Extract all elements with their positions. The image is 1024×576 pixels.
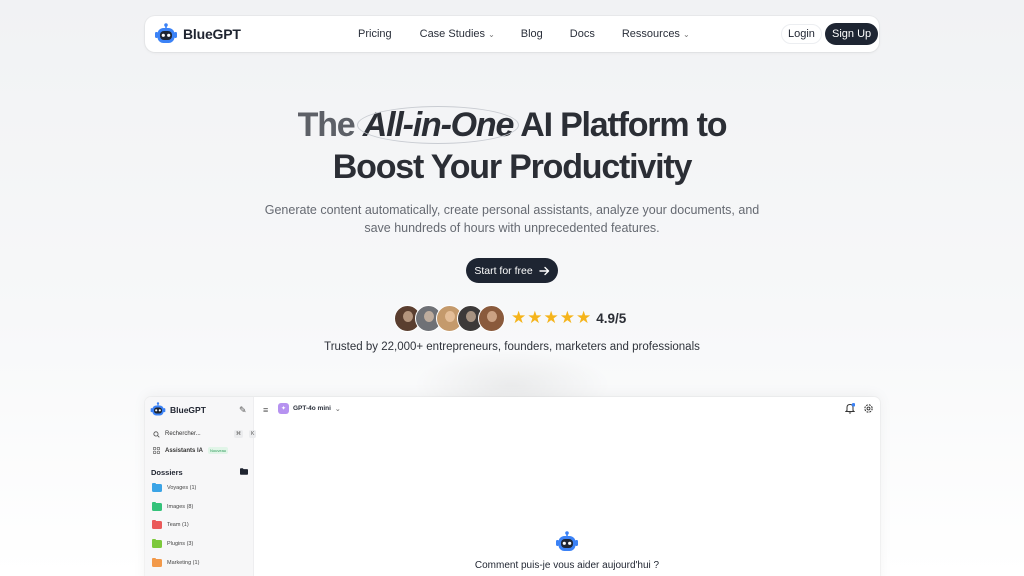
sidebar-folder-team[interactable]: Team (1) [152,519,189,529]
folder-icon [152,538,162,548]
folder-label: Voyages (1) [167,485,197,491]
brand-name: BlueGPT [183,26,241,42]
nav-ressources-label: Ressources [621,28,680,40]
nav-case-studies[interactable]: Case Studies ⌄ [420,28,495,40]
arrow-right-icon [538,266,549,275]
folder-icon [152,501,162,511]
hamburger-menu-icon[interactable]: ≡ [263,405,268,415]
sidebar-item-assistants[interactable]: Assistants IA Nouveau [153,447,229,454]
start-free-label: Start for free [474,264,533,277]
star-icon: ★ [543,308,559,327]
search-icon [153,430,160,438]
hero-title-part1: The [297,106,356,144]
model-label: GPT-4o mini [293,405,331,412]
hero-title-highlight: All-in-One [356,104,520,146]
star-rating: ★ ★ ★ ★ ★ [511,309,591,327]
sidebar-folder-marketing[interactable]: Marketing (1) [152,557,200,567]
folder-icon [152,482,162,492]
new-badge: Nouveau [208,447,229,454]
app-brand-name: BlueGPT [170,404,206,415]
grid-icon [153,447,160,454]
sidebar-folder-images[interactable]: Images (8) [152,501,194,511]
social-proof: ★ ★ ★ ★ ★ 4.9/5 [394,304,626,332]
nav-docs[interactable]: Docs [570,28,595,40]
new-chat-edit-icon[interactable]: ✎ [239,405,247,416]
login-button[interactable]: Login [781,24,822,44]
folder-icon [152,519,162,529]
model-selector[interactable]: ✦ GPT-4o mini ⌄ [278,403,341,414]
folder-label: Team (1) [167,522,189,528]
sidebar-folder-voyages[interactable]: Voyages (1) [152,482,197,492]
assistant-prompt: Comment puis-je vous aider aujourd'hui ? [474,560,660,571]
folders-heading: Dossiers [151,468,183,477]
start-free-button[interactable]: Start for free [466,258,558,283]
notification-bell-icon[interactable] [845,403,855,414]
app-preview: BlueGPT ✎ Rechercher... ⌘ K Assistants IA… [145,397,880,576]
folder-label: Plugins (3) [167,541,194,547]
signup-button[interactable]: Sign Up [825,23,879,45]
folder-label: Marketing (1) [167,560,200,566]
robot-logo-icon [155,23,177,43]
settings-gear-icon[interactable] [863,403,874,414]
hero-title-line2: Boost Your Productivity [332,148,693,186]
sidebar-search[interactable]: Rechercher... ⌘ K [153,430,257,438]
assistants-label: Assistants IA [165,447,204,454]
chevron-down-icon: ⌄ [682,29,690,39]
hero-title: The All-in-One AI Platform to Boost Your… [0,104,1024,188]
model-icon: ✦ [278,403,289,414]
folder-label: Images (8) [167,504,194,510]
nav-pricing-label: Pricing [358,28,392,40]
app-brand[interactable]: BlueGPT [150,402,206,417]
app-sidebar: BlueGPT ✎ Rechercher... ⌘ K Assistants IA… [145,397,257,576]
robot-logo-icon [150,402,166,416]
brand-logo[interactable]: BlueGPT [154,23,241,45]
nav-pricing[interactable]: Pricing [358,28,392,40]
add-folder-icon[interactable] [240,468,248,475]
nav-ressources[interactable]: Ressources ⌄ [622,28,690,40]
nav-case-studies-label: Case Studies [419,28,486,40]
rating-value: 4.9/5 [596,310,627,326]
chevron-down-icon: ⌄ [334,405,341,413]
folder-icon [152,557,162,567]
hero-subtitle: Generate content automatically, create p… [264,203,760,235]
chevron-down-icon: ⌄ [488,29,495,39]
shortcut-key-cmd: ⌘ [234,430,243,438]
star-icon: ★ [511,308,527,327]
star-icon: ★ [559,308,575,327]
search-placeholder: Rechercher... [165,431,201,437]
main-menu: Pricing Case Studies ⌄ Blog Docs Ressour… [358,16,690,52]
star-icon: ★ [576,308,592,327]
avatar-group [394,304,505,332]
nav-docs-label: Docs [569,28,595,40]
sidebar-folder-plugins[interactable]: Plugins (3) [152,538,194,548]
avatar [478,304,505,332]
hero-title-part2: AI Platform to [520,106,727,144]
top-navigation: BlueGPT Pricing Case Studies ⌄ Blog Docs… [145,16,879,52]
star-icon: ★ [527,308,543,327]
shortcut-key-k: K [249,430,257,438]
hero-title-highlight-text: All-in-One [362,106,515,144]
nav-blog[interactable]: Blog [521,28,543,40]
robot-assistant-icon [556,531,578,551]
nav-blog-label: Blog [520,28,543,40]
